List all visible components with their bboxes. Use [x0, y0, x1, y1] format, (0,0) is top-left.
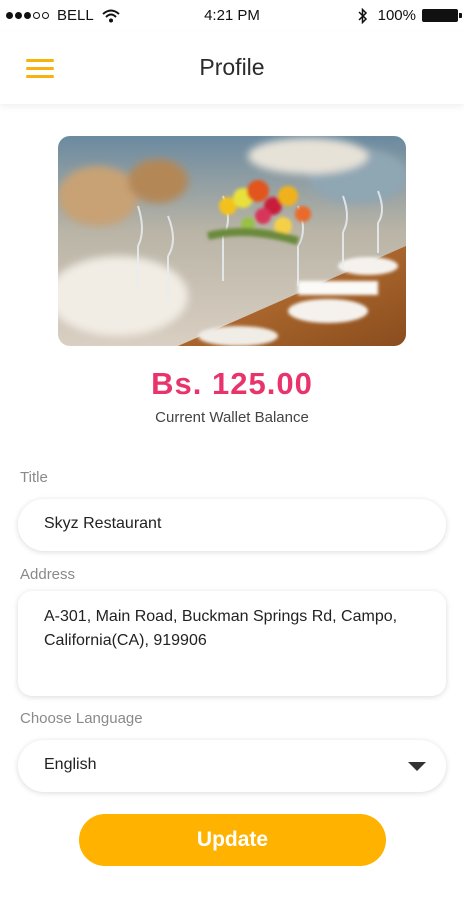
battery-icon	[422, 9, 462, 22]
language-select[interactable]: English	[18, 740, 446, 792]
address-textarea[interactable]: A-301, Main Road, Buckman Springs Rd, Ca…	[18, 591, 446, 696]
status-bar: BELL 4:21 PM 100%	[0, 0, 464, 32]
language-label: Choose Language	[20, 710, 143, 727]
page-title: Profile	[199, 54, 265, 80]
language-value: English	[44, 756, 97, 773]
address-value: A-301, Main Road, Buckman Springs Rd, Ca…	[44, 608, 398, 649]
bluetooth-icon	[358, 7, 367, 24]
status-right: 100%	[358, 7, 462, 24]
update-button[interactable]: Update	[79, 814, 386, 866]
title-value: Skyz Restaurant	[44, 515, 162, 532]
app-header: Profile	[0, 32, 464, 104]
battery-percent: 100%	[377, 7, 416, 24]
title-label: Title	[20, 469, 48, 486]
restaurant-photo	[58, 136, 406, 346]
title-input[interactable]: Skyz Restaurant	[18, 499, 446, 551]
chevron-down-icon	[408, 762, 426, 771]
wallet-balance: Bs. 125.00	[151, 366, 313, 401]
wallet-balance-label: Current Wallet Balance	[155, 409, 309, 426]
address-label: Address	[20, 566, 76, 583]
